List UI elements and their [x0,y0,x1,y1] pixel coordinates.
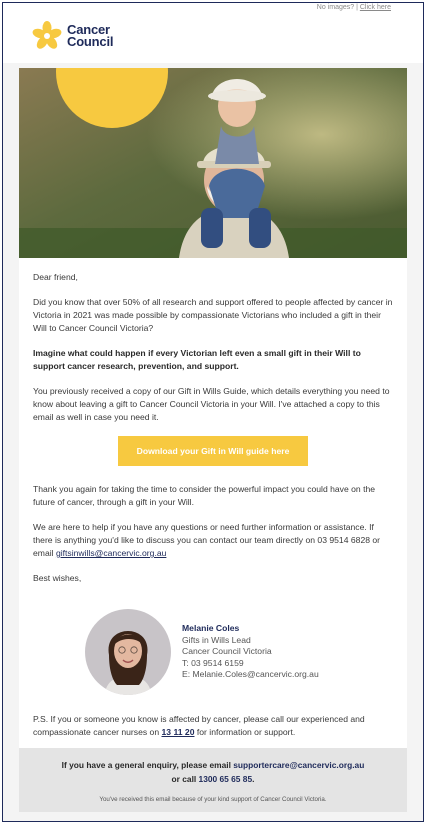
ps-text-end: for information or support. [194,727,296,737]
email-frame: No images? | Click here Cancer Council D… [2,2,424,822]
signature-details: Melanie Coles Gifts in Wills Lead Cancer… [182,623,319,681]
thank-you-paragraph: Thank you again for taking the time to c… [33,484,376,507]
gifts-email-link[interactable]: giftsinwills@cancervic.org.au [56,548,166,558]
portrait-photo [85,609,171,695]
footer-line-1: If you have a general enquiry, please em… [61,760,234,770]
signature-org: Cancer Council Victoria [182,646,272,657]
guide-paragraph: You previously received a copy of our Gi… [33,386,390,422]
footer-line-2: or call [171,774,199,784]
sign-off: Best wishes, [33,573,82,583]
signature-email: E: Melanie.Coles@cancervic.org.au [182,669,319,680]
supportercare-email-link[interactable]: supportercare@cancervic.org.au [233,760,364,770]
footer-enquiry: If you have a general enquiry, please em… [19,758,407,786]
contact-paragraph: We are here to help if you have any ques… [33,521,393,560]
download-guide-button[interactable]: Download your Gift in Will guide here [118,436,308,466]
email-body: Dear friend, Did you know that over 50% … [19,258,407,748]
ps-paragraph: P.S. If you or someone you know is affec… [33,713,393,739]
signature-phone: T: 03 9514 6159 [182,657,244,668]
signature-block: Melanie Coles Gifts in Wills Lead Cancer… [85,609,393,695]
footer-period: . [252,774,255,784]
daffodil-logo-icon [32,21,62,49]
nurses-phone-link[interactable]: 13 11 20 [162,727,195,737]
click-here-link[interactable]: Click here [360,4,391,11]
signature-name: Melanie Coles [182,623,240,634]
email-footer: If you have a general enquiry, please em… [19,748,407,812]
hero-image [19,68,407,258]
no-images-notice: No images? | Click here [316,4,391,11]
email-header: No images? | Click here Cancer Council [3,3,423,63]
footer-note: You've received this email because of yo… [99,796,327,803]
intro-paragraph: Did you know that over 50% of all resear… [33,297,393,333]
general-phone-link[interactable]: 1300 65 65 85 [199,774,253,784]
avatar [85,609,171,695]
logo-wordmark: Cancer Council [67,23,114,49]
signature-title: Gifts in Wills Lead [182,634,251,645]
logo-line-2: Council [67,34,114,49]
greeting: Dear friend, [33,272,78,282]
highlight-paragraph: Imagine what could happen if every Victo… [33,348,361,371]
hero-photo [19,68,407,258]
cancer-council-logo[interactable]: Cancer Council [31,21,113,51]
no-images-text: No images? [316,4,355,11]
